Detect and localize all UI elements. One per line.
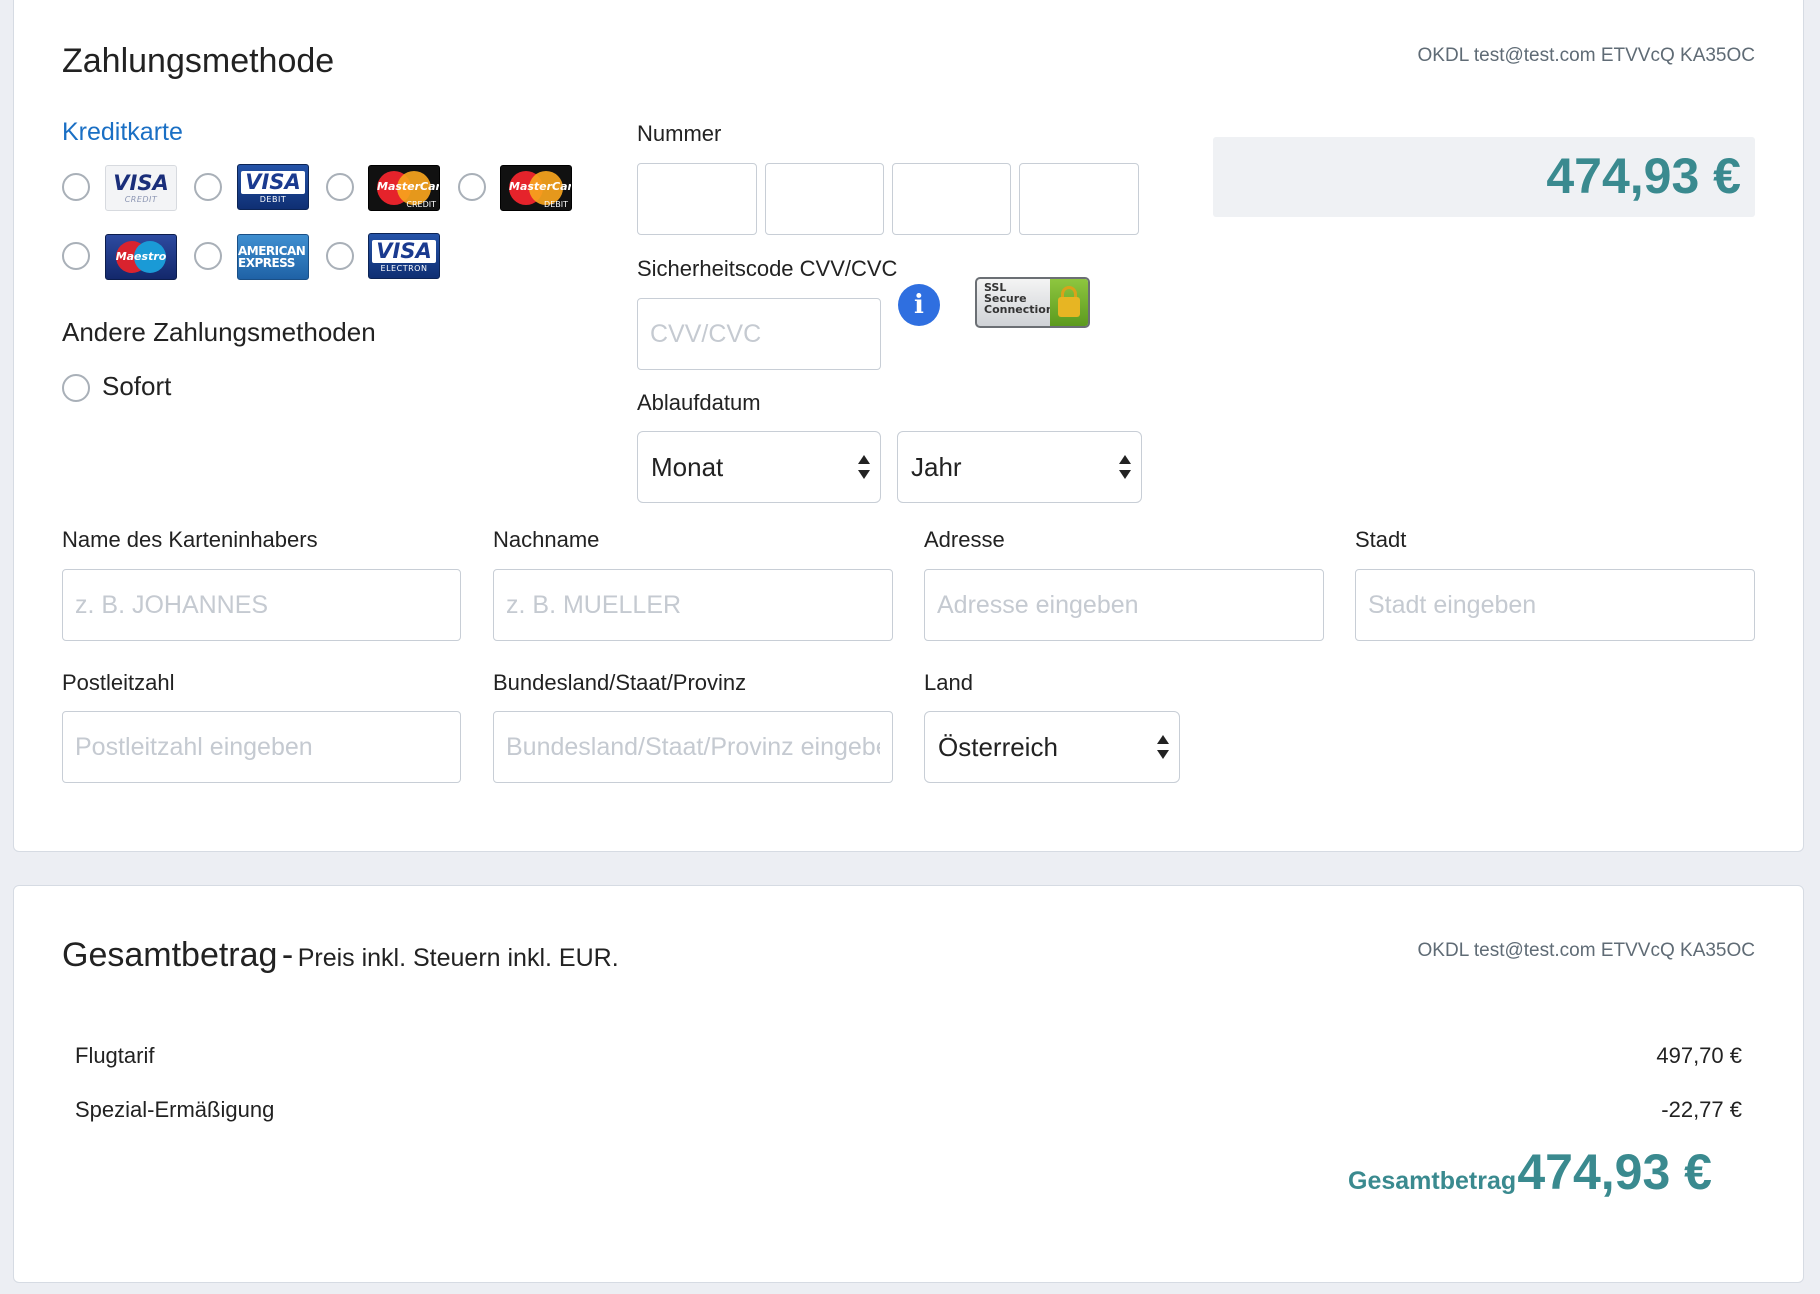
card-number-label: Nummer	[637, 121, 722, 146]
expiry-year-select[interactable]: Jahr	[897, 431, 1142, 503]
holder-name-label: Name des Karteninhabers	[62, 527, 318, 552]
visa-electron-logo-text: VISA	[372, 239, 436, 263]
cvv-input[interactable]	[637, 298, 881, 370]
mastercard-credit-logo-sub: CREDIT	[406, 200, 436, 209]
country-select[interactable]: Österreich	[924, 711, 1180, 783]
credit-card-heading[interactable]: Kreditkarte	[62, 118, 183, 147]
visa-credit-logo-sub: CREDIT	[124, 194, 158, 204]
holder-name-input[interactable]	[62, 569, 461, 641]
ssl-badge-text-3: Connection	[984, 303, 1054, 316]
amount-value: 474,93 €	[1546, 148, 1741, 204]
info-icon[interactable]: i	[898, 284, 940, 326]
maestro-logo: Maestro	[105, 234, 177, 280]
total-value: 474,93 €	[1517, 1144, 1712, 1200]
card-number-part-4[interactable]	[1019, 163, 1139, 235]
american-express-logo-text: AMERICAN EXPRESS	[238, 244, 306, 270]
booking-meta: OKDL test@test.com ETVVcQ KA35OC	[1417, 940, 1755, 961]
state-label: Bundesland/Staat/Provinz	[493, 670, 747, 695]
expiry-year-value: Jahr	[911, 451, 962, 482]
expiry-month-value: Monat	[651, 451, 724, 482]
visa-electron-logo-sub: ELECTRON	[380, 263, 428, 273]
city-input[interactable]	[1355, 569, 1755, 641]
address-label: Adresse	[924, 527, 1005, 552]
radio-maestro[interactable]	[62, 242, 90, 270]
discount-value: -22,77 €	[1661, 1097, 1742, 1122]
total-label: Gesamtbetrag	[1348, 1167, 1517, 1195]
visa-credit-logo: VISA CREDIT	[105, 165, 177, 211]
visa-debit-logo: VISA DEBIT	[237, 164, 309, 210]
visa-debit-logo-sub: DEBIT	[259, 194, 287, 204]
visa-credit-logo-text: VISA	[113, 170, 169, 195]
visa-debit-logo-text: VISA	[241, 170, 305, 194]
american-express-logo: AMERICAN EXPRESS	[237, 234, 309, 280]
radio-visa-debit[interactable]	[194, 173, 222, 201]
cvv-label: Sicherheitscode CVV/CVC	[637, 256, 898, 281]
summary-heading: Gesamtbetrag - Preis inkl. Steuern inkl.…	[62, 936, 619, 975]
country-value: Österreich	[938, 731, 1058, 762]
summary-subtitle: Preis inkl. Steuern inkl. EUR.	[297, 944, 619, 972]
summary-title: Gesamtbetrag	[62, 936, 278, 974]
amount-box: 474,93 €	[1213, 137, 1755, 217]
state-input[interactable]	[493, 711, 893, 783]
select-arrows-icon	[857, 454, 871, 480]
fare-value: 497,70 €	[1656, 1043, 1742, 1068]
select-arrows-icon	[1118, 454, 1132, 480]
expiry-month-select[interactable]: Monat	[637, 431, 881, 503]
city-label: Stadt	[1355, 527, 1407, 552]
country-label: Land	[924, 670, 973, 695]
visa-electron-logo: VISA ELECTRON	[368, 233, 440, 279]
total-amount-panel: Gesamtbetrag - Preis inkl. Steuern inkl.…	[13, 885, 1804, 1283]
expiry-label: Ablaufdatum	[637, 390, 761, 415]
fare-label: Flugtarif	[75, 1043, 155, 1068]
mastercard-credit-logo: MasterCard CREDIT	[368, 165, 440, 211]
zip-input[interactable]	[62, 711, 461, 783]
card-number-part-3[interactable]	[892, 163, 1011, 235]
sofort-label[interactable]: Sofort	[102, 371, 171, 402]
address-input[interactable]	[924, 569, 1324, 641]
booking-meta: OKDL test@test.com ETVVcQ KA35OC	[1417, 45, 1755, 66]
other-methods-heading: Andere Zahlungsmethoden	[62, 317, 376, 347]
ssl-secure-badge: SSL Secure Connection	[975, 277, 1090, 328]
last-name-label: Nachname	[493, 527, 600, 552]
mastercard-credit-logo-text: MasterCard	[377, 180, 439, 193]
radio-sofort[interactable]	[62, 374, 90, 402]
card-number-part-1[interactable]	[637, 163, 757, 235]
page-title: Zahlungsmethode	[62, 42, 335, 80]
radio-american-express[interactable]	[194, 242, 222, 270]
mastercard-debit-logo: MasterCard DEBIT	[500, 165, 572, 211]
zip-label: Postleitzahl	[62, 670, 175, 695]
last-name-input[interactable]	[493, 569, 893, 641]
radio-mastercard-debit[interactable]	[458, 173, 486, 201]
mastercard-debit-logo-sub: DEBIT	[544, 200, 568, 209]
maestro-logo-text: Maestro	[115, 250, 167, 263]
select-arrows-icon	[1156, 734, 1170, 760]
mastercard-debit-logo-text: MasterCard	[509, 180, 571, 193]
radio-mastercard-credit[interactable]	[326, 173, 354, 201]
discount-label: Spezial-Ermäßigung	[75, 1097, 275, 1122]
card-number-part-2[interactable]	[765, 163, 884, 235]
summary-title-dash: -	[281, 936, 294, 974]
payment-method-panel: Zahlungsmethode OKDL test@test.com ETVVc…	[13, 0, 1804, 852]
radio-visa-electron[interactable]	[326, 242, 354, 270]
radio-visa-credit[interactable]	[62, 173, 90, 201]
